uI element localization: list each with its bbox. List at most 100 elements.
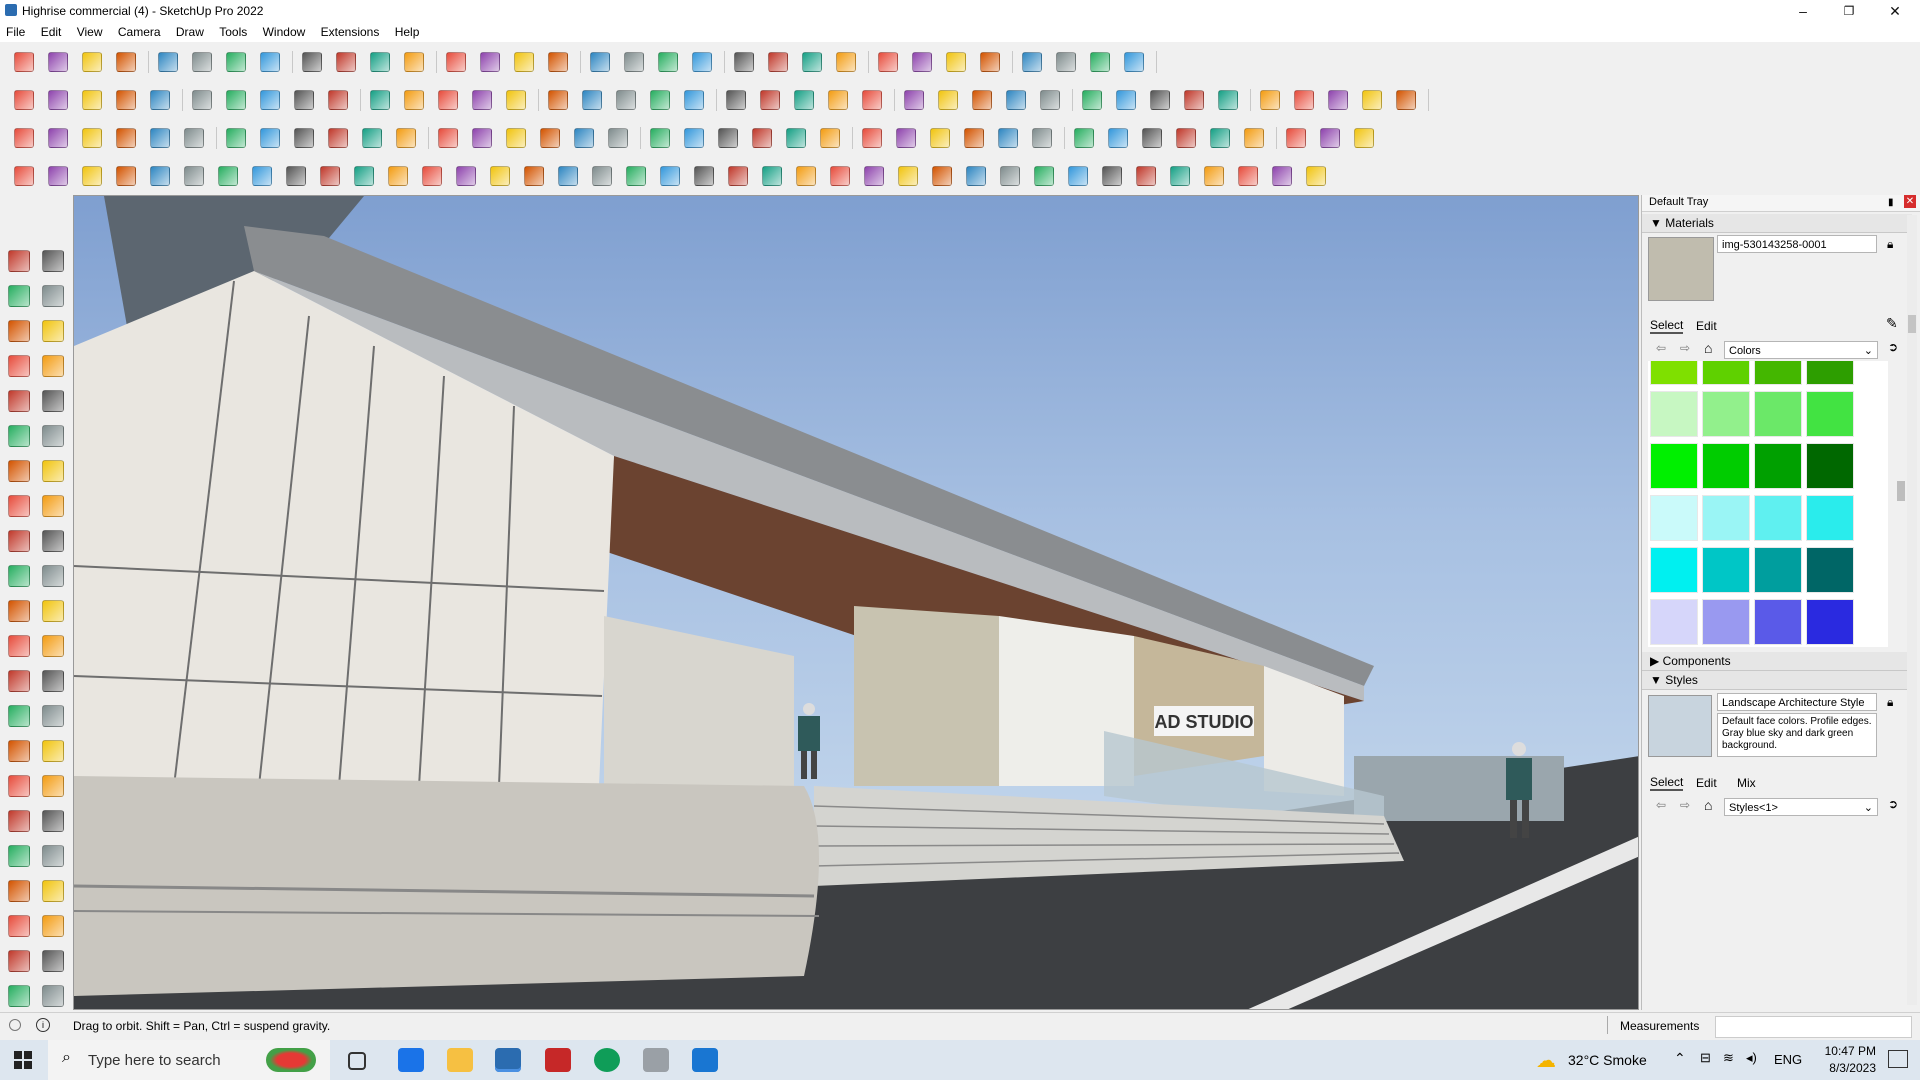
tool-button-icon[interactable] (964, 128, 984, 148)
tool-button-icon[interactable] (728, 166, 748, 186)
tool-button-icon[interactable] (1136, 166, 1156, 186)
wifi-icon[interactable]: ≋ (1723, 1050, 1734, 1066)
tool-button-icon[interactable] (1260, 90, 1280, 110)
material-swatch[interactable] (1702, 495, 1750, 541)
tool-button-icon[interactable] (836, 52, 856, 72)
large-tool-button-icon[interactable] (8, 425, 30, 447)
tool-button-icon[interactable] (862, 90, 882, 110)
tool-button-icon[interactable] (48, 166, 68, 186)
tool-button-icon[interactable] (514, 52, 534, 72)
large-tool-button-icon[interactable] (42, 740, 64, 762)
material-swatch[interactable] (1650, 361, 1698, 385)
tool-button-icon[interactable] (294, 90, 314, 110)
lock-icon[interactable]: 🔒︎ (1887, 695, 1893, 710)
large-tool-button-icon[interactable] (42, 285, 64, 307)
large-tool-button-icon[interactable] (42, 880, 64, 902)
tool-button-icon[interactable] (946, 52, 966, 72)
tool-button-icon[interactable] (302, 52, 322, 72)
tool-button-icon[interactable] (48, 90, 68, 110)
tool-button-icon[interactable] (540, 128, 560, 148)
details-arrow-icon[interactable]: ➲ (1888, 797, 1898, 811)
tool-button-icon[interactable] (830, 166, 850, 186)
photos-app-icon[interactable] (643, 1048, 669, 1072)
tool-button-icon[interactable] (1176, 128, 1196, 148)
tool-button-icon[interactable] (260, 52, 280, 72)
tool-button-icon[interactable] (1320, 128, 1340, 148)
large-tool-button-icon[interactable] (42, 565, 64, 587)
tool-button-icon[interactable] (1000, 166, 1020, 186)
tool-button-icon[interactable] (1328, 90, 1348, 110)
tool-button-icon[interactable] (226, 128, 246, 148)
tool-button-icon[interactable] (590, 52, 610, 72)
forward-arrow-icon[interactable]: ⇨ (1680, 341, 1690, 355)
menu-view[interactable]: View (71, 22, 109, 42)
large-tool-button-icon[interactable] (42, 950, 64, 972)
tool-button-icon[interactable] (930, 128, 950, 148)
network-icon[interactable]: ⊟ (1700, 1050, 1711, 1066)
large-tool-button-icon[interactable] (8, 320, 30, 342)
tool-button-icon[interactable] (1244, 128, 1264, 148)
tool-button-icon[interactable] (184, 128, 204, 148)
large-tool-button-icon[interactable] (42, 670, 64, 692)
weather-icon[interactable]: ☁ (1536, 1048, 1556, 1073)
close-button[interactable]: ✕ (1872, 0, 1918, 22)
large-tool-button-icon[interactable] (42, 425, 64, 447)
tool-button-icon[interactable] (192, 52, 212, 72)
material-swatch[interactable] (1702, 599, 1750, 645)
tool-button-icon[interactable] (116, 166, 136, 186)
tool-button-icon[interactable] (1150, 90, 1170, 110)
tool-button-icon[interactable] (828, 90, 848, 110)
tool-button-icon[interactable] (260, 128, 280, 148)
tool-button-icon[interactable] (1354, 128, 1374, 148)
tool-button-icon[interactable] (14, 52, 34, 72)
tool-button-icon[interactable] (524, 166, 544, 186)
tool-button-icon[interactable] (320, 166, 340, 186)
tool-button-icon[interactable] (1306, 166, 1326, 186)
large-tool-button-icon[interactable] (8, 775, 30, 797)
tool-button-icon[interactable] (192, 90, 212, 110)
tool-button-icon[interactable] (506, 128, 526, 148)
large-tool-button-icon[interactable] (8, 250, 30, 272)
tool-button-icon[interactable] (794, 90, 814, 110)
material-swatch[interactable] (1650, 547, 1698, 593)
tool-button-icon[interactable] (370, 52, 390, 72)
tool-button-icon[interactable] (684, 90, 704, 110)
tool-button-icon[interactable] (1170, 166, 1190, 186)
swatch-scrollbar[interactable] (1896, 363, 1906, 647)
tool-button-icon[interactable] (616, 90, 636, 110)
tool-button-icon[interactable] (116, 90, 136, 110)
tool-button-icon[interactable] (184, 166, 204, 186)
weather-text[interactable]: 32°C Smoke (1568, 1052, 1647, 1068)
model-viewport[interactable]: AD STUDIO (73, 195, 1639, 1010)
tool-button-icon[interactable] (1006, 90, 1026, 110)
tool-button-icon[interactable] (336, 52, 356, 72)
large-tool-button-icon[interactable] (8, 530, 30, 552)
style-name-field[interactable]: Landscape Architecture Style (1717, 693, 1877, 711)
tool-button-icon[interactable] (660, 166, 680, 186)
tool-button-icon[interactable] (726, 90, 746, 110)
large-tool-button-icon[interactable] (8, 670, 30, 692)
tool-button-icon[interactable] (1082, 90, 1102, 110)
large-tool-button-icon[interactable] (8, 845, 30, 867)
large-tool-button-icon[interactable] (8, 635, 30, 657)
tool-button-icon[interactable] (252, 166, 272, 186)
tool-button-icon[interactable] (14, 166, 34, 186)
back-arrow-icon[interactable]: ⇦ (1656, 798, 1666, 812)
tool-button-icon[interactable] (472, 90, 492, 110)
styles-panel-header[interactable]: ▼ Styles (1642, 671, 1912, 690)
lock-icon[interactable]: 🔒︎ (1887, 237, 1893, 252)
tool-button-icon[interactable] (14, 90, 34, 110)
large-tool-button-icon[interactable] (42, 355, 64, 377)
tool-button-icon[interactable] (574, 128, 594, 148)
tool-button-icon[interactable] (226, 90, 246, 110)
materials-tab-edit[interactable]: Edit (1696, 319, 1717, 333)
tool-button-icon[interactable] (1040, 90, 1060, 110)
tool-button-icon[interactable] (904, 90, 924, 110)
material-swatch[interactable] (1702, 361, 1750, 385)
tool-button-icon[interactable] (1362, 90, 1382, 110)
large-tool-button-icon[interactable] (8, 460, 30, 482)
material-swatch[interactable] (1806, 361, 1854, 385)
menu-help[interactable]: Help (389, 22, 426, 42)
app-3-icon[interactable] (692, 1048, 718, 1072)
styles-tab-select[interactable]: Select (1650, 775, 1684, 791)
